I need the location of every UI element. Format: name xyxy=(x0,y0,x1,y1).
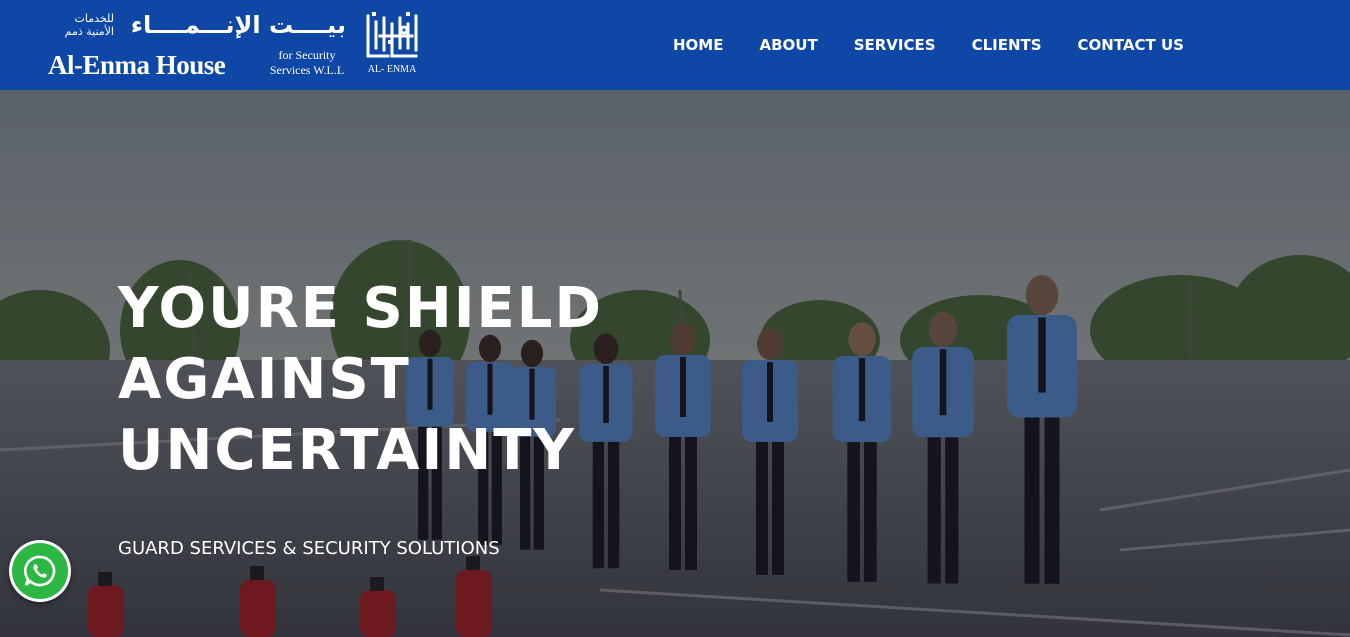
nav-item-services[interactable]: SERVICES xyxy=(854,34,936,56)
nav-item-clients[interactable]: CLIENTS xyxy=(972,34,1042,56)
hero-headline-line2: AGAINST xyxy=(118,347,411,412)
whatsapp-icon-badge xyxy=(12,543,68,599)
main-nav: HOME ABOUT SERVICES CLIENTS CONTACT US xyxy=(673,34,1184,56)
logo-brand-name: Al-Enma House xyxy=(48,50,226,80)
logo-arabic-subtitle: للخدمات الأمنية ذمم xyxy=(64,12,114,38)
logo-arabic-name: بيــــت الإنـــمــــاء xyxy=(130,11,346,39)
site-header: للخدمات الأمنية ذمم بيــــت الإنـــمــــ… xyxy=(0,0,1350,90)
nav-item-home[interactable]: HOME xyxy=(673,34,723,56)
nav-item-about[interactable]: ABOUT xyxy=(759,34,817,56)
logo-tagline: for Security Services W.L.L xyxy=(262,48,352,78)
logo-tagline-line1: for Security xyxy=(278,48,336,62)
hero-headline-line3: UNCERTAINTY xyxy=(118,418,576,483)
hero-tagline: GUARD SERVICES & SECURITY SOLUTIONS xyxy=(118,538,500,559)
calligraphy-emblem-icon xyxy=(366,12,418,58)
whatsapp-chat-button[interactable] xyxy=(9,540,71,602)
hero-section: YOURE SHIELD AGAINST UNCERTAINTY GUARD S… xyxy=(0,90,1350,637)
hero-headline-line1: YOURE SHIELD xyxy=(118,276,603,341)
logo-tagline-line2: Services W.L.L xyxy=(269,63,345,77)
hero-headline: YOURE SHIELD AGAINST UNCERTAINTY xyxy=(118,273,638,486)
site-logo[interactable]: للخدمات الأمنية ذمم بيــــت الإنـــمــــ… xyxy=(0,0,440,90)
whatsapp-icon xyxy=(23,555,56,587)
logo-emblem-label: AL- ENMA xyxy=(367,64,417,75)
logo-emblem: AL- ENMA xyxy=(356,10,428,78)
nav-item-contact-us[interactable]: CONTACT US xyxy=(1078,34,1184,56)
